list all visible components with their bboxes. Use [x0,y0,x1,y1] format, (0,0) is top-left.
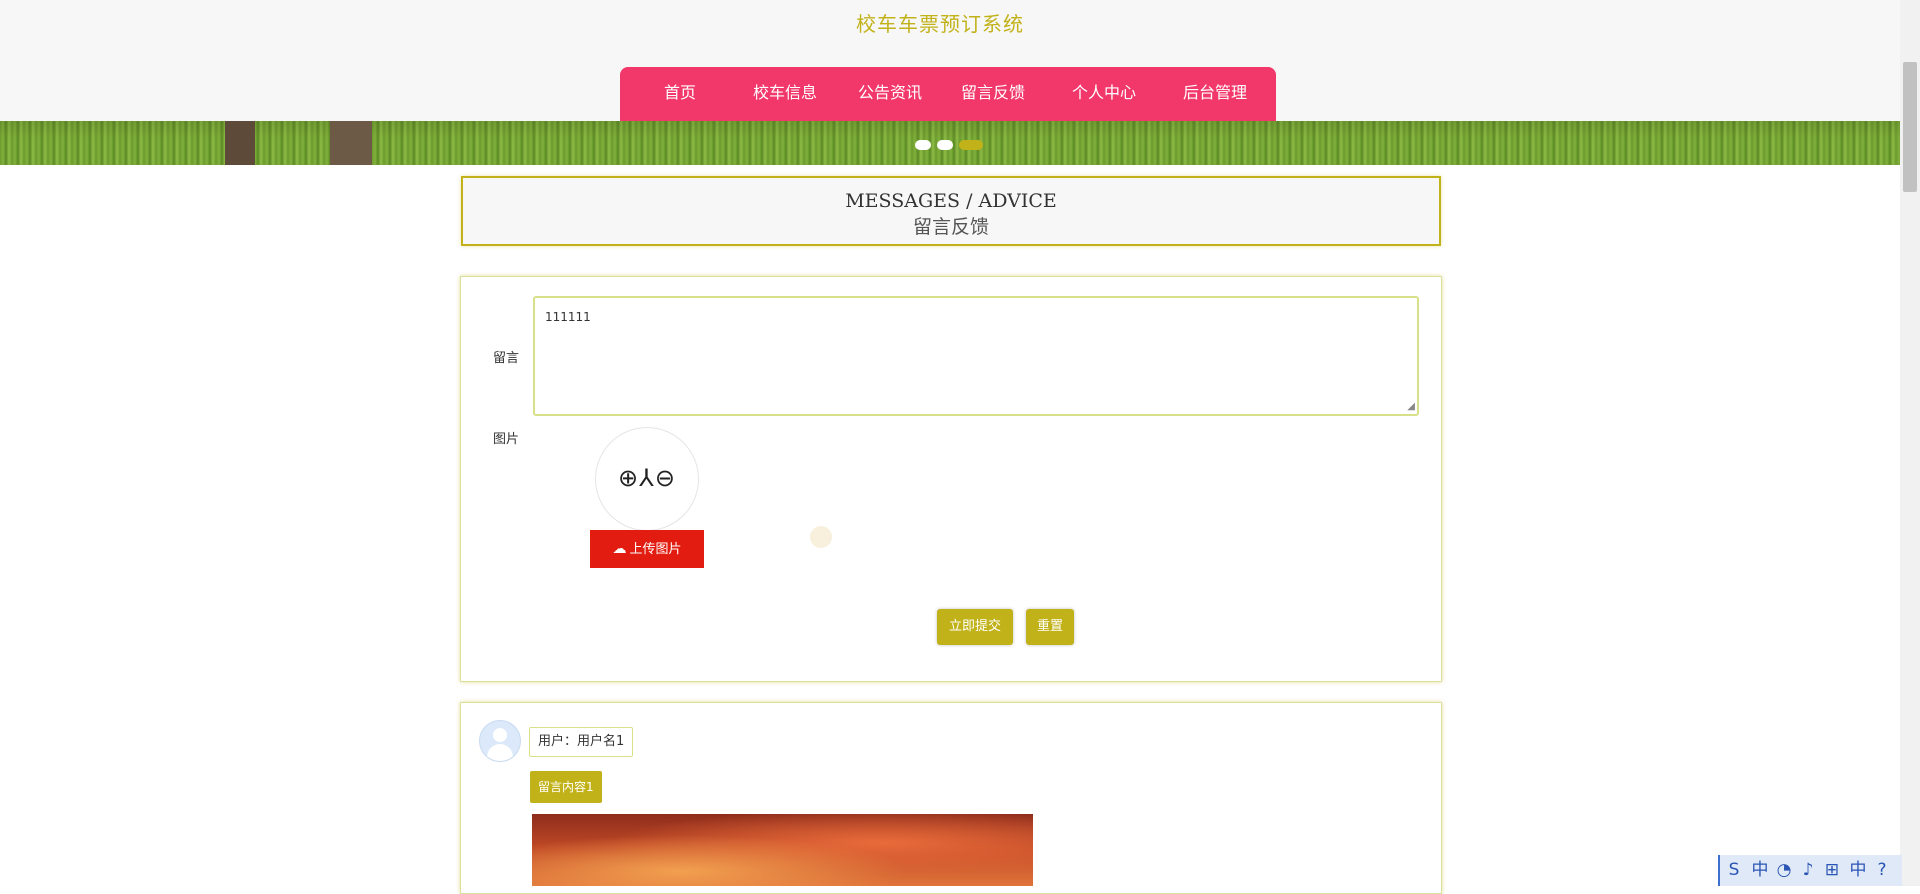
carousel-dots [915,135,989,154]
cloud-upload-icon: ☁ [612,541,627,557]
sogou-icon[interactable]: S [1724,860,1744,880]
message-textarea[interactable]: 111111 ◢ [533,296,1419,416]
nav-item-home[interactable]: 首页 [620,67,740,122]
voice-icon[interactable]: ♪ [1798,860,1818,880]
resize-grip-icon[interactable]: ◢ [1407,402,1415,412]
banner-tree-trunk [330,121,372,165]
banner-tree-trunk [225,121,255,165]
upload-image-button[interactable]: ☁ 上传图片 [590,530,704,568]
mouse-cursor-highlight [810,526,832,548]
chinese-input-icon[interactable]: 中 [1750,860,1770,880]
main-nav: 首页 校车信息 公告资讯 留言反馈 个人中心 后台管理 [620,67,1276,122]
reset-button[interactable]: 重置 [1026,609,1074,645]
carousel-dot[interactable] [937,140,953,150]
carousel-dot[interactable] [915,140,931,150]
page-scrollbar[interactable] [1900,0,1920,886]
message-content-tag: 留言内容1 [530,771,602,803]
scrollbar-thumb[interactable] [1903,62,1917,192]
avatar-body [487,744,513,761]
section-title-cn: 留言反馈 [912,216,989,238]
toolbox-icon[interactable]: 中 [1848,860,1868,880]
submit-button[interactable]: 立即提交 [937,609,1013,645]
site-title: 校车车票预订系统 [856,12,1024,36]
keyboard-icon[interactable]: ⊞ [1822,860,1842,880]
message-user-tag: 用户：用户名1 [529,727,634,757]
message-text: 111111 [545,310,591,324]
section-title-box: MESSAGES / ADVICE 留言反馈 [461,176,1441,246]
image-placeholder[interactable]: ⊕⅄⊖ [595,427,699,531]
nav-item-bus-info[interactable]: 校车信息 [730,67,840,122]
help-icon[interactable]: ? [1872,860,1892,880]
avatar [479,720,521,762]
section-title-en: MESSAGES / ADVICE [845,190,1057,212]
nav-item-personal-center[interactable]: 个人中心 [1050,67,1158,122]
avatar-head [493,728,507,742]
message-label: 留言 [493,351,520,366]
image-label: 图片 [493,432,520,447]
image-placeholder-glyph: ⊕⅄⊖ [618,464,676,492]
site-header: 校车车票预订系统 首页 校车信息 公告资讯 留言反馈 个人中心 后台管理 [0,0,1900,122]
nav-item-news[interactable]: 公告资讯 [840,67,940,122]
message-image [532,814,1033,886]
banner-carousel [0,121,1900,165]
ime-toolbar: S 中 ◔ ♪ ⊞ 中 ? [1718,855,1902,886]
upload-button-label: 上传图片 [629,542,682,557]
carousel-dot-active[interactable] [959,140,983,150]
nav-item-feedback[interactable]: 留言反馈 [942,67,1044,122]
moon-icon[interactable]: ◔ [1774,860,1794,880]
nav-item-admin[interactable]: 后台管理 [1160,67,1270,122]
